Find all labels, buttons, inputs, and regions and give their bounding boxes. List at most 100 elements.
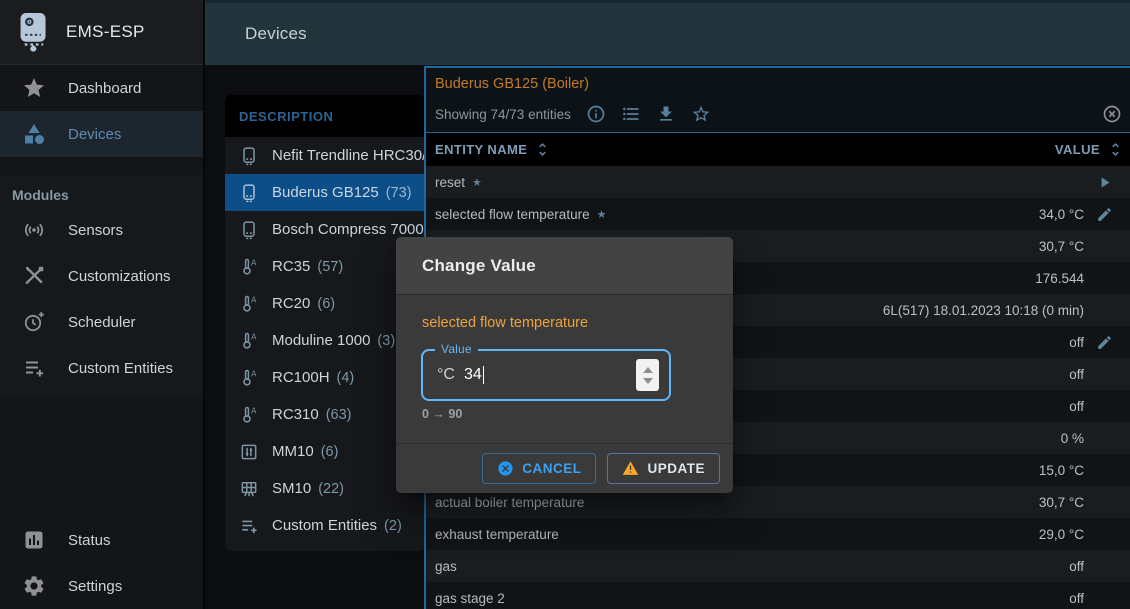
sidebar-modules-section: Modules Sensors Customizations Scheduler Cu…: [0, 175, 203, 397]
stepper-up-icon[interactable]: [643, 367, 653, 373]
device-list-item[interactable]: A RC20 (6): [225, 285, 425, 322]
entity-name: actual boiler temperature: [435, 495, 584, 510]
sidebar-item-customizations[interactable]: Customizations: [0, 253, 203, 299]
device-list-item[interactable]: Nefit Trendline HRC30/C: [225, 137, 425, 174]
device-entity-count: (22): [318, 481, 344, 497]
thermostat-icon: A: [239, 331, 259, 351]
update-button-label: UPDATE: [647, 461, 705, 476]
cancel-circle-icon: [497, 460, 514, 477]
sort-icon[interactable]: [534, 141, 551, 158]
stepper-down-icon[interactable]: [643, 378, 653, 384]
cancel-button[interactable]: CANCEL: [482, 453, 596, 484]
number-stepper[interactable]: [636, 359, 659, 391]
app-title: EMS-ESP: [66, 22, 145, 42]
device-name: RC100H: [272, 369, 330, 386]
edit-icon[interactable]: [1084, 334, 1124, 351]
warning-icon: [622, 460, 639, 477]
download-icon[interactable]: [656, 104, 676, 124]
device-list-item[interactable]: A RC35 (57): [225, 248, 425, 285]
boiler-logo-icon: [15, 11, 52, 53]
boiler-icon: [239, 183, 259, 203]
device-entity-count: (57): [317, 259, 343, 275]
sidebar-item-status[interactable]: Status: [0, 517, 203, 563]
value-unit: °C: [437, 366, 455, 384]
device-entity-count: (6): [317, 296, 335, 312]
sidebar-item-label: Devices: [68, 126, 121, 143]
column-value: VALUE: [1055, 142, 1100, 157]
modules-label: Modules: [0, 175, 203, 207]
thermostat-icon: A: [239, 294, 259, 314]
entity-table-row[interactable]: reset ★: [426, 166, 1130, 198]
playlist-add-icon: [239, 516, 259, 536]
info-icon[interactable]: [586, 104, 606, 124]
sidebar-item-sensors[interactable]: Sensors: [0, 207, 203, 253]
boiler-icon: [239, 220, 259, 240]
sidebar-item-label: Settings: [68, 578, 122, 595]
thermostat-icon: A: [239, 368, 259, 388]
svg-text:A: A: [251, 406, 257, 415]
entity-table-row[interactable]: gas stage 2★ off: [426, 582, 1130, 609]
device-list-item[interactable]: Custom Entities (2): [225, 507, 425, 544]
list-icon[interactable]: [621, 104, 641, 124]
dialog-header: Change Value: [396, 237, 733, 295]
entity-value: off: [457, 559, 1084, 574]
entity-name: selected flow temperature: [435, 207, 590, 222]
star-outline-icon[interactable]: [691, 104, 711, 124]
device-name: Nefit Trendline HRC30/C: [272, 147, 425, 164]
value-input-label: Value: [435, 342, 478, 356]
boiler-icon: [239, 146, 259, 166]
device-list-item[interactable]: Bosch Compress 7000i: [225, 211, 425, 248]
entity-name: reset: [435, 175, 465, 190]
entity-table-row[interactable]: selected flow temperature★ 34,0 °C: [426, 198, 1130, 230]
device-list-item[interactable]: A RC100H (4): [225, 359, 425, 396]
device-entity-count: (63): [326, 407, 352, 423]
sidebar-item-dashboard[interactable]: Dashboard: [0, 65, 203, 111]
sidebar-item-label: Scheduler: [68, 314, 136, 331]
entity-table-row[interactable]: exhaust temperature★ 29,0 °C: [426, 518, 1130, 550]
sidebar-item-label: Sensors: [68, 222, 123, 239]
device-name: MM10: [272, 443, 314, 460]
dialog-footer: CANCEL UPDATE: [396, 443, 733, 493]
sidebar-item-scheduler[interactable]: Scheduler: [0, 299, 203, 345]
schedule-icon: [22, 310, 46, 334]
device-entity-count: (4): [337, 370, 355, 386]
sidebar-item-label: Customizations: [68, 268, 171, 285]
close-circle-icon[interactable]: [1102, 104, 1122, 124]
device-list-item[interactable]: MM10 (6): [225, 433, 425, 470]
thermostat-icon: A: [239, 405, 259, 425]
device-list-item[interactable]: A RC310 (63): [225, 396, 425, 433]
device-list-item[interactable]: A Moduline 1000 (3): [225, 322, 425, 359]
entity-value: 34,0 °C: [606, 207, 1084, 222]
entity-name: exhaust temperature: [435, 527, 559, 542]
sort-icon[interactable]: [1107, 141, 1124, 158]
value-input[interactable]: Value °C 34: [421, 349, 671, 401]
dialog-entity-name: selected flow temperature: [422, 315, 588, 331]
sidebar-item-custom-entities[interactable]: Custom Entities: [0, 345, 203, 391]
device-list-header: DESCRIPTION: [225, 95, 425, 137]
device-name: RC20: [272, 295, 310, 312]
update-button[interactable]: UPDATE: [607, 453, 720, 484]
sidebar-nav-bottom: Status Settings: [0, 517, 203, 609]
device-list-item[interactable]: Buderus GB125 (73): [225, 174, 425, 211]
text-cursor: [483, 366, 485, 384]
play-icon[interactable]: [1084, 174, 1124, 191]
favorite-star-icon: ★: [472, 177, 482, 189]
svg-text:A: A: [251, 332, 257, 341]
value-range-hint: 0 → 90: [422, 407, 462, 421]
sidebar-item-settings[interactable]: Settings: [0, 563, 203, 609]
edit-icon[interactable]: [1084, 206, 1124, 223]
column-entity-name: ENTITY NAME: [435, 142, 527, 157]
entity-table-row[interactable]: gas★ off: [426, 550, 1130, 582]
change-value-dialog: Change Value selected flow temperature V…: [396, 237, 733, 493]
entity-name: gas: [435, 559, 457, 574]
thermostat-icon: A: [239, 257, 259, 277]
sensors-icon: [22, 218, 46, 242]
sidebar-nav-main: Dashboard Devices: [0, 65, 203, 157]
device-name: Bosch Compress 7000i: [272, 221, 425, 238]
device-list: DESCRIPTION Nefit Trendline HRC30/C Bude…: [225, 95, 425, 551]
sidebar-item-devices[interactable]: Devices: [0, 111, 203, 157]
entity-name: gas stage 2: [435, 591, 505, 606]
device-list-item[interactable]: SM10 (22): [225, 470, 425, 507]
cancel-button-label: CANCEL: [522, 461, 581, 476]
device-name: Custom Entities: [272, 517, 377, 534]
